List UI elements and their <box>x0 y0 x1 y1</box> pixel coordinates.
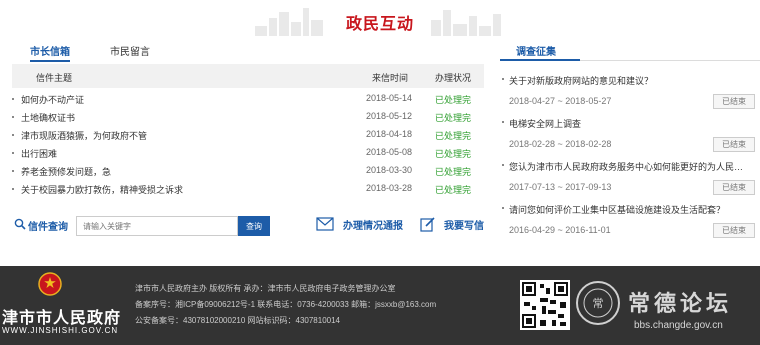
survey-question[interactable]: 您认为津市市人民政府政务服务中心如何能更好的为人民服务？ <box>509 160 744 173</box>
bullet-icon <box>12 188 14 190</box>
bullet-icon <box>502 78 504 80</box>
header-subject: 信件主题 <box>36 73 73 83</box>
table-row[interactable]: 养老金预修发问题，急 2018-03-30 已处理完 <box>12 162 484 180</box>
watermark-title: 常德论坛 <box>628 291 733 317</box>
table-row[interactable]: 出行困难 2018-05-08 已处理完 <box>12 144 484 162</box>
table-row[interactable]: 如何办不动产证 2018-05-14 已处理完 <box>12 90 484 108</box>
mail-subject[interactable]: 土地确权证书 <box>21 111 75 124</box>
survey-title[interactable]: 调查征集 <box>516 43 556 58</box>
survey-question[interactable]: 请问您如何评价工业集中区基础设施建设及生活配套？ <box>509 203 744 216</box>
header-status: 办理状况 <box>435 73 472 83</box>
mail-date: 2018-04-18 <box>366 129 413 139</box>
mail-subject[interactable]: 养老金预修发问题，急 <box>21 165 111 178</box>
survey-range: 2018-02-28 ~ 2018-02-28 <box>509 139 612 149</box>
site-footer: 津市市人民政府 WWW.JINSHISHI.GOV.CN 津市市人民政府主办 版… <box>0 266 760 345</box>
list-item[interactable]: 关于对新版政府网站的意见和建议？ 2018-04-27 ~ 2018-05-27… <box>500 72 760 115</box>
table-row[interactable]: 关于校园暴力欧打敦伤，精神受损之诉求 2018-03-28 已处理完 <box>12 180 484 198</box>
list-item[interactable]: 电梯安全网上调查 2018-02-28 ~ 2018-02-28 已结束 <box>500 115 760 158</box>
footer-info: 津市市人民政府主办 版权所有 承办：津市市人民政府电子政务管理办公室 备案序号：… <box>135 281 436 329</box>
status-badge: 已结束 <box>713 223 755 238</box>
footer-gov-name: 津市市人民政府 <box>2 310 122 327</box>
survey-question[interactable]: 电梯安全网上调查 <box>509 117 744 130</box>
bullet-icon <box>12 152 14 154</box>
bullet-icon <box>502 207 504 209</box>
mail-table-header: 信件主题 来信时间 办理状况 <box>12 64 484 88</box>
list-item[interactable]: 请问您如何评价工业集中区基础设施建设及生活配套？ 2016-04-29 ~ 20… <box>500 201 760 244</box>
report-link[interactable]: 办理情况通报 <box>343 217 403 232</box>
watermark-url: bbs.changde.gov.cn <box>634 320 723 331</box>
svg-text:常: 常 <box>593 297 604 310</box>
mail-status: 已处理完 <box>435 167 472 177</box>
search-icon <box>14 218 26 230</box>
forum-watermark: 常德论坛 bbs.changde.gov.cn <box>628 286 732 331</box>
mail-subject[interactable]: 关于校园暴力欧打敦伤，精神受损之诉求 <box>21 183 183 196</box>
bullet-icon <box>12 98 14 100</box>
survey-range: 2017-07-13 ~ 2017-09-13 <box>509 182 612 192</box>
footer-info-line: 公安备案号：43078102000210 网站标识码：4307810014 <box>135 316 341 325</box>
survey-question[interactable]: 关于对新版政府网站的意见和建议？ <box>509 74 744 87</box>
mail-date: 2018-05-14 <box>366 93 413 103</box>
survey-active-indicator <box>500 59 580 61</box>
bullet-icon <box>12 170 14 172</box>
list-item[interactable]: 您认为津市市人民政府政务服务中心如何能更好的为人民服务？ 2017-07-13 … <box>500 158 760 201</box>
write-letter-link[interactable]: 我要写信 <box>444 217 484 232</box>
search-label: 信件查询 <box>28 222 68 233</box>
mail-status: 已处理完 <box>435 185 472 195</box>
mail-status: 已处理完 <box>435 113 472 123</box>
table-row[interactable]: 津市现阪酒猿獗，为何政府不管 2018-04-18 已处理完 <box>12 126 484 144</box>
survey-range: 2016-04-29 ~ 2016-11-01 <box>509 225 611 235</box>
mail-icon <box>316 217 334 231</box>
mail-date: 2018-03-30 <box>366 165 413 175</box>
mail-date: 2018-03-28 <box>366 183 413 193</box>
status-badge: 已结束 <box>713 180 755 195</box>
mail-subject[interactable]: 津市现阪酒猿獗，为何政府不管 <box>21 129 147 142</box>
bullet-icon <box>12 116 14 118</box>
tab-mayor-mailbox[interactable]: 市长信箱 <box>30 43 70 58</box>
footer-domain: WWW.JINSHISHI.GOV.CN <box>2 326 119 335</box>
header-date: 来信时间 <box>372 73 409 83</box>
mail-subject[interactable]: 如何办不动产证 <box>21 93 84 106</box>
mail-subject[interactable]: 出行困难 <box>21 147 57 160</box>
status-badge: 已结束 <box>713 137 755 152</box>
search-button[interactable]: 查询 <box>238 216 270 236</box>
survey-list: 关于对新版政府网站的意见和建议？ 2018-04-27 ~ 2018-05-27… <box>500 72 760 244</box>
tab-citizen-messages[interactable]: 市民留言 <box>110 43 150 58</box>
mail-actions: 信件查询 查询 办理情况通报 我要写信 <box>12 208 484 242</box>
national-emblem-icon <box>38 272 62 296</box>
footer-info-line: 津市市人民政府主办 版权所有 承办：津市市人民政府电子政务管理办公室 <box>135 284 396 293</box>
search-input[interactable] <box>76 216 238 236</box>
bullet-icon <box>502 164 504 166</box>
mail-status: 已处理完 <box>435 149 472 159</box>
mail-status: 已处理完 <box>435 131 472 141</box>
survey-range: 2018-04-27 ~ 2018-05-27 <box>509 96 612 106</box>
edit-icon <box>420 217 435 232</box>
mailbox-tabs: 市长信箱 市民留言 <box>12 38 484 62</box>
mail-list: 如何办不动产证 2018-05-14 已处理完 土地确权证书 2018-05-1… <box>12 90 484 198</box>
table-row[interactable]: 土地确权证书 2018-05-12 已处理完 <box>12 108 484 126</box>
mail-date: 2018-05-08 <box>366 147 413 157</box>
section-title: 政民互动 <box>345 16 414 33</box>
mail-date: 2018-05-12 <box>366 111 413 121</box>
footer-info-line: 备案序号：湘ICP备09006212号-1 联系电话：0736-4200033 … <box>135 300 437 309</box>
bullet-icon <box>12 134 14 136</box>
bullet-icon <box>502 121 504 123</box>
status-badge: 已结束 <box>713 94 755 109</box>
mail-status: 已处理完 <box>435 95 472 105</box>
qr-code-icon <box>520 280 570 330</box>
active-tab-indicator <box>30 60 70 62</box>
watermark-seal-icon: 常 <box>576 281 620 325</box>
